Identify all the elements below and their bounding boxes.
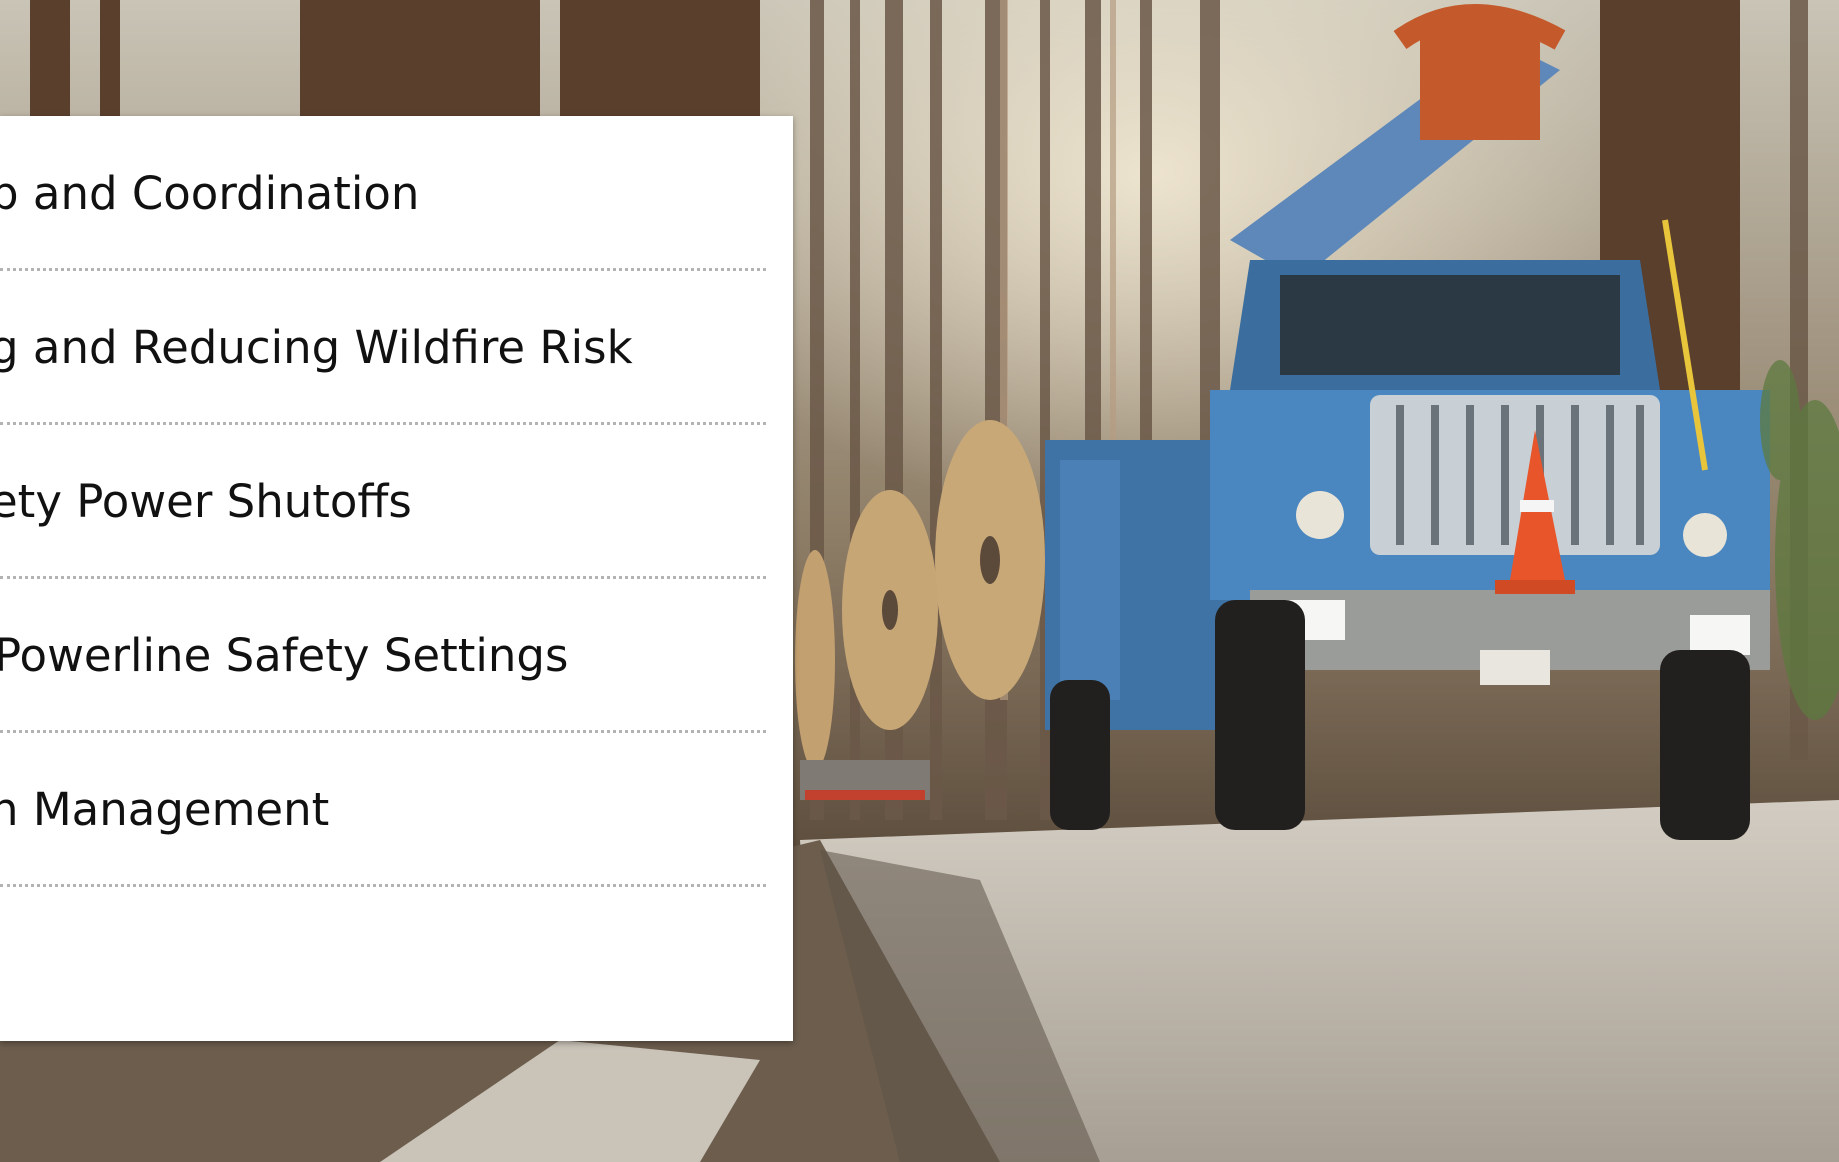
agenda-item[interactable]: ety Power Shutoffs	[0, 464, 793, 618]
agenda-item[interactable]: g and Reducing Wildfire Risk	[0, 310, 793, 464]
agenda-list: p and Coordination g and Reducing Wildfi…	[0, 156, 793, 926]
agenda-divider	[0, 268, 766, 271]
agenda-item[interactable]: p and Coordination	[0, 156, 793, 310]
agenda-item-label: p and Coordination	[0, 167, 420, 220]
agenda-item[interactable]: Powerline Safety Settings	[0, 618, 793, 772]
agenda-item-label: n Management	[0, 783, 330, 836]
agenda-divider	[0, 730, 766, 733]
agenda-divider	[0, 422, 766, 425]
agenda-divider	[0, 576, 766, 579]
agenda-card: p and Coordination g and Reducing Wildfi…	[0, 116, 793, 1041]
slide: p and Coordination g and Reducing Wildfi…	[0, 0, 1839, 1162]
agenda-item-label: Powerline Safety Settings	[0, 629, 569, 682]
agenda-item-label: g and Reducing Wildfire Risk	[0, 321, 633, 374]
agenda-item[interactable]: n Management	[0, 772, 793, 926]
agenda-divider	[0, 884, 766, 887]
agenda-item-label: ety Power Shutoffs	[0, 475, 412, 528]
